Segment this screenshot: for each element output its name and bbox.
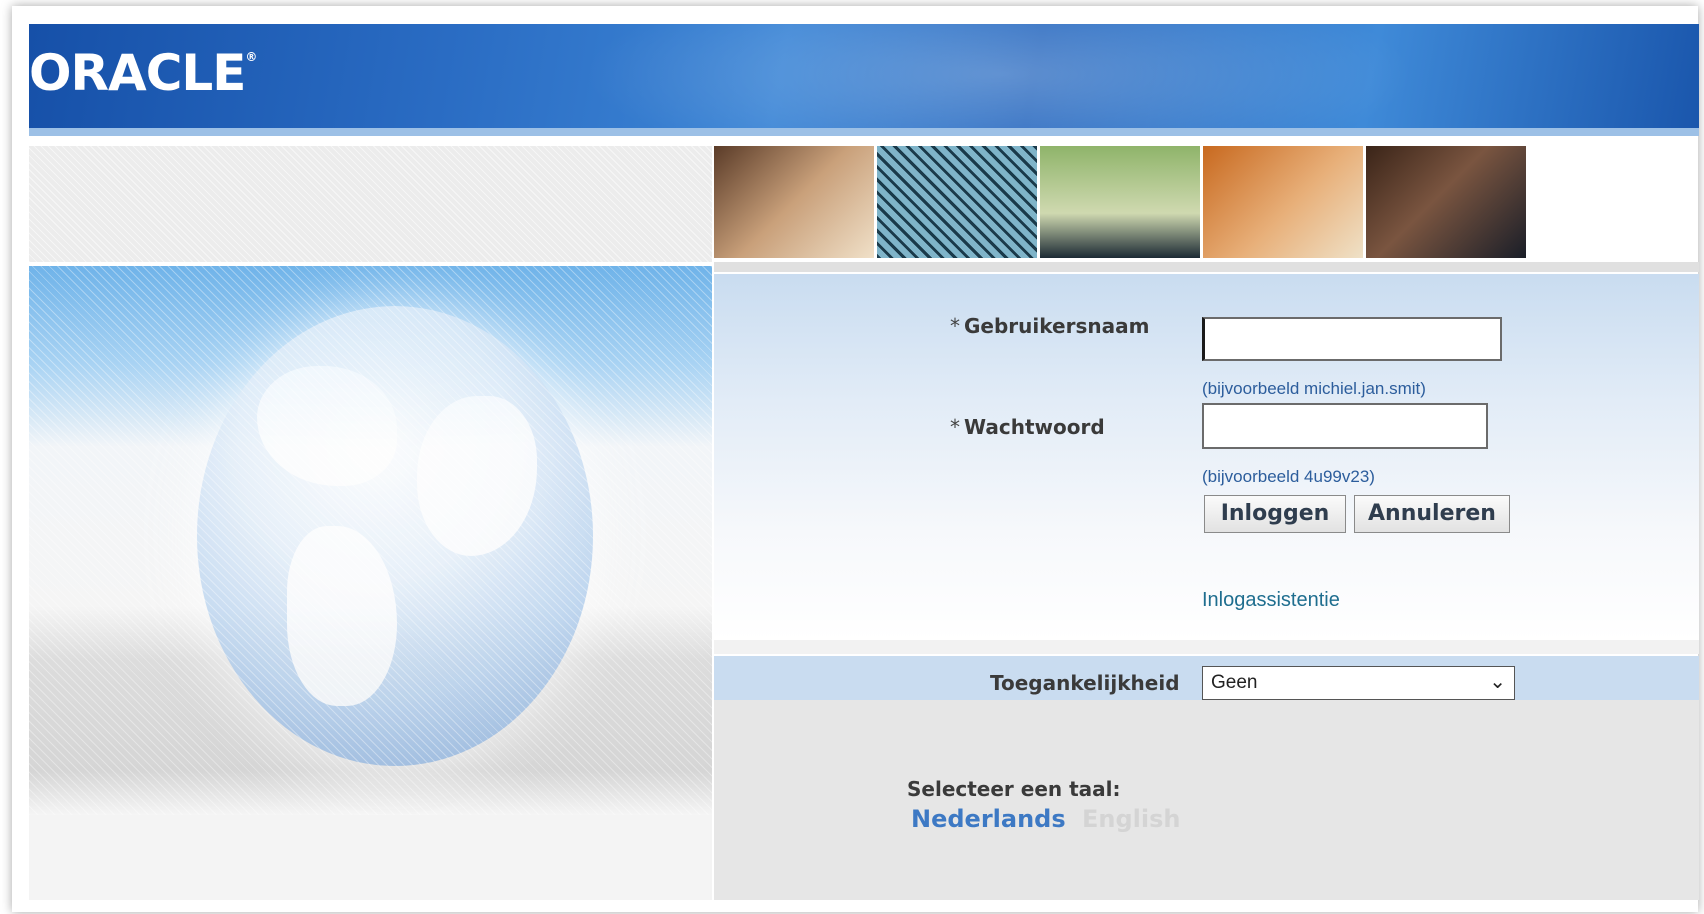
accessibility-label: Toegankelijkheid	[990, 671, 1180, 695]
spacer	[714, 640, 1699, 654]
password-label: * Wachtwoord	[950, 415, 1105, 439]
username-hint: (bijvoorbeeld michiel.jan.smit)	[1202, 379, 1426, 398]
cancel-button[interactable]: Annuleren	[1354, 495, 1510, 533]
globe-panel	[29, 266, 712, 815]
chevron-down-icon: ⌄	[1489, 671, 1506, 693]
username-label: * Gebruikersnaam	[950, 314, 1150, 338]
header-banner	[29, 24, 1699, 136]
left-footer-panel	[29, 815, 712, 900]
oracle-logo: ORACLE®	[29, 44, 257, 102]
language-dutch[interactable]: Nederlands	[911, 805, 1066, 833]
photo-strip	[714, 146, 1529, 258]
username-input[interactable]	[1202, 317, 1502, 361]
accessibility-select[interactable]: Geen ⌄	[1202, 666, 1515, 700]
password-hint: (bijvoorbeeld 4u99v23)	[1202, 467, 1375, 486]
language-english[interactable]: English	[1082, 805, 1180, 833]
password-input[interactable]	[1202, 403, 1488, 449]
language-title: Selecteer een taal:	[907, 777, 1121, 801]
login-assistance-link[interactable]: Inlogassistentie	[1202, 589, 1340, 612]
photo-office-workers	[714, 146, 874, 258]
photo-support-agent	[1203, 146, 1363, 258]
photo-power-tower	[877, 146, 1037, 258]
photo-businessman	[1366, 146, 1526, 258]
language-panel	[714, 700, 1699, 900]
accessibility-selected-value: Geen	[1211, 672, 1258, 693]
divider	[714, 262, 1699, 272]
photo-man-at-computer	[1040, 146, 1200, 258]
decorative-strip	[29, 146, 712, 262]
login-button[interactable]: Inloggen	[1204, 495, 1346, 533]
